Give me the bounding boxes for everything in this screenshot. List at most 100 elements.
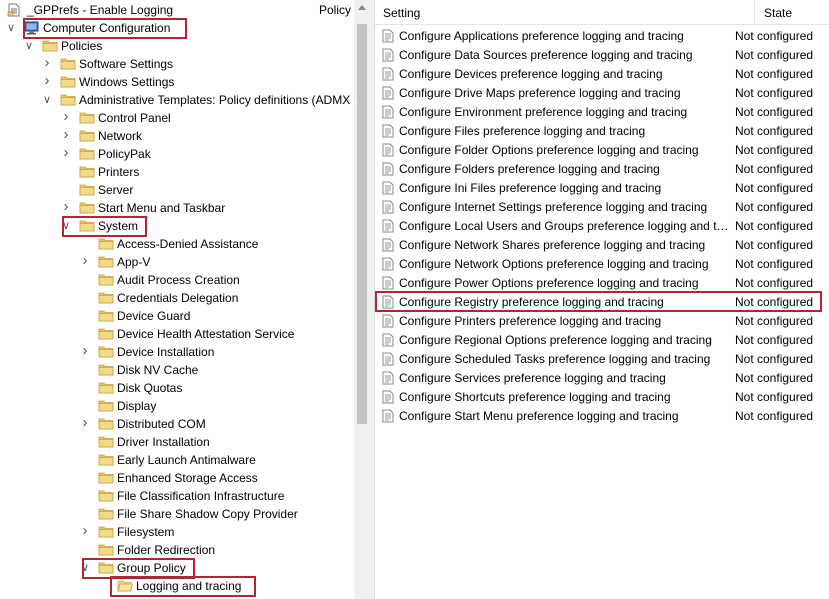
settings-list-row[interactable]: Configure Data Sources preference loggin… (375, 45, 829, 64)
policy-setting-icon (382, 143, 394, 157)
chevron-right-icon[interactable]: › (80, 343, 90, 359)
policy-setting-icon (382, 333, 394, 347)
setting-name: Configure Drive Maps preference logging … (399, 86, 681, 100)
setting-state: Not configured (735, 162, 814, 176)
chevron-down-icon[interactable]: ∨ (6, 21, 16, 35)
policy-setting-icon (382, 181, 394, 195)
chevron-right-icon[interactable]: › (80, 415, 90, 431)
tree-item-label: Device Installation (117, 345, 215, 359)
chevron-down-icon[interactable]: ∨ (24, 39, 34, 53)
folder-icon (79, 165, 95, 178)
tree-item-control-panel[interactable]: › Control Panel (0, 109, 354, 127)
chevron-right-icon[interactable]: › (80, 523, 90, 539)
settings-list-row[interactable]: Configure Applications preference loggin… (375, 26, 829, 45)
folder-icon (79, 201, 95, 214)
settings-list-row[interactable]: Configure Start Menu preference logging … (375, 406, 829, 425)
tree-item-disk-nv-cache[interactable]: Disk NV Cache (0, 361, 354, 379)
setting-name: Configure Network Shares preference logg… (399, 238, 706, 252)
settings-list-row[interactable]: Configure Internet Settings preference l… (375, 197, 829, 216)
policy-setting-icon (382, 371, 394, 385)
tree-scrollbar[interactable] (354, 0, 370, 599)
chevron-right-icon[interactable]: › (61, 199, 71, 215)
tree-item-policies[interactable]: ∨ Policies (0, 37, 354, 55)
tree-item-folder-redirection[interactable]: Folder Redirection (0, 541, 354, 559)
setting-name: Configure Start Menu preference logging … (399, 409, 679, 423)
tree-item-file-classification-infrastructure[interactable]: File Classification Infrastructure (0, 487, 354, 505)
gpo-title[interactable]: _GPPrefs - Enable Logging (27, 3, 173, 17)
tree-item-label: Display (117, 399, 157, 413)
chevron-right-icon[interactable]: › (42, 73, 52, 89)
setting-state: Not configured (735, 409, 814, 423)
gpo-document-icon (7, 3, 20, 17)
tree-item-driver-installation[interactable]: Driver Installation (0, 433, 354, 451)
tree-item-credentials-delegation[interactable]: Credentials Delegation (0, 289, 354, 307)
settings-list-row[interactable]: Configure Environment preference logging… (375, 102, 829, 121)
setting-name: Configure Services preference logging an… (399, 371, 666, 385)
settings-list-row[interactable]: Configure Files preference logging and t… (375, 121, 829, 140)
tree-item-label: Network (98, 129, 143, 143)
settings-list-row[interactable]: Configure Shortcuts preference logging a… (375, 387, 829, 406)
chevron-right-icon[interactable]: › (42, 55, 52, 71)
scroll-up-arrow-icon[interactable] (358, 5, 366, 10)
tree-item-start-menu-and-taskbar[interactable]: › Start Menu and Taskbar (0, 199, 354, 217)
policy-setting-icon (382, 124, 394, 138)
tree-item-printers[interactable]: Printers (0, 163, 354, 181)
settings-list-row[interactable]: Configure Printers preference logging an… (375, 311, 829, 330)
setting-name: Configure Devices preference logging and… (399, 67, 663, 81)
settings-list-row[interactable]: Configure Ini Files preference logging a… (375, 178, 829, 197)
settings-list-row[interactable]: Configure Network Options preference log… (375, 254, 829, 273)
tree-item-app-v[interactable]: › App-V (0, 253, 354, 271)
setting-name: Configure Environment preference logging… (399, 105, 688, 119)
settings-list-row[interactable]: Configure Devices preference logging and… (375, 64, 829, 83)
chevron-right-icon[interactable]: › (61, 145, 71, 161)
tree-item-policypak[interactable]: › PolicyPak (0, 145, 354, 163)
state-column-header[interactable]: State (764, 6, 792, 20)
policy-setting-icon (382, 409, 394, 423)
tree-item-access-denied-assistance[interactable]: Access-Denied Assistance (0, 235, 354, 253)
settings-list-row[interactable]: Configure Folder Options preference logg… (375, 140, 829, 159)
settings-list-row[interactable]: Configure Folders preference logging and… (375, 159, 829, 178)
setting-name: Configure Folders preference logging and… (399, 162, 660, 176)
policy-setting-icon (382, 390, 394, 404)
tree-item-software-settings[interactable]: › Software Settings (0, 55, 354, 73)
folder-icon (98, 525, 114, 538)
chevron-right-icon[interactable]: › (61, 127, 71, 143)
tree-item-audit-process-creation[interactable]: Audit Process Creation (0, 271, 354, 289)
tree-item-early-launch-antimalware[interactable]: Early Launch Antimalware (0, 451, 354, 469)
settings-list-row[interactable]: Configure Services preference logging an… (375, 368, 829, 387)
policy-setting-icon (382, 257, 394, 271)
tree-item-disk-quotas[interactable]: Disk Quotas (0, 379, 354, 397)
setting-column-header[interactable]: Setting (383, 6, 420, 20)
tree-item-server[interactable]: Server (0, 181, 354, 199)
tree-item-filesystem[interactable]: › Filesystem (0, 523, 354, 541)
tree-item-device-guard[interactable]: Device Guard (0, 307, 354, 325)
chevron-right-icon[interactable]: › (80, 253, 90, 269)
chevron-right-icon[interactable]: › (61, 109, 71, 125)
policy-column-header[interactable]: Policy (319, 3, 351, 17)
setting-state: Not configured (735, 200, 814, 214)
settings-list-row[interactable]: Configure Network Shares preference logg… (375, 235, 829, 254)
tree-item-file-share-shadow-copy-provider[interactable]: File Share Shadow Copy Provider (0, 505, 354, 523)
tree-item-administrative-templates-policy-definitions-admx-files[interactable]: ∨ Administrative Templates: Policy defini… (0, 91, 354, 109)
tree-item-enhanced-storage-access[interactable]: Enhanced Storage Access (0, 469, 354, 487)
settings-list-row[interactable]: Configure Local Users and Groups prefere… (375, 216, 829, 235)
policy-setting-icon (382, 48, 394, 62)
tree-item-distributed-com[interactable]: › Distributed COM (0, 415, 354, 433)
highlight-logging-and-tracing (110, 576, 256, 597)
list-header: Setting State (375, 0, 829, 25)
scrollbar-thumb[interactable] (357, 24, 367, 424)
settings-list-row[interactable]: Configure Power Options preference loggi… (375, 273, 829, 292)
setting-state: Not configured (735, 181, 814, 195)
tree-item-device-health-attestation-service[interactable]: Device Health Attestation Service (0, 325, 354, 343)
tree-item-windows-settings[interactable]: › Windows Settings (0, 73, 354, 91)
column-separator[interactable] (754, 0, 755, 24)
tree-item-device-installation[interactable]: › Device Installation (0, 343, 354, 361)
settings-list-row[interactable]: Configure Scheduled Tasks preference log… (375, 349, 829, 368)
tree-item-label: Device Guard (117, 309, 191, 323)
tree-item-system[interactable]: ∨ System (0, 217, 354, 235)
chevron-down-icon[interactable]: ∨ (42, 93, 52, 107)
tree-item-network[interactable]: › Network (0, 127, 354, 145)
tree-item-display[interactable]: Display (0, 397, 354, 415)
settings-list-row[interactable]: Configure Regional Options preference lo… (375, 330, 829, 349)
settings-list-row[interactable]: Configure Drive Maps preference logging … (375, 83, 829, 102)
